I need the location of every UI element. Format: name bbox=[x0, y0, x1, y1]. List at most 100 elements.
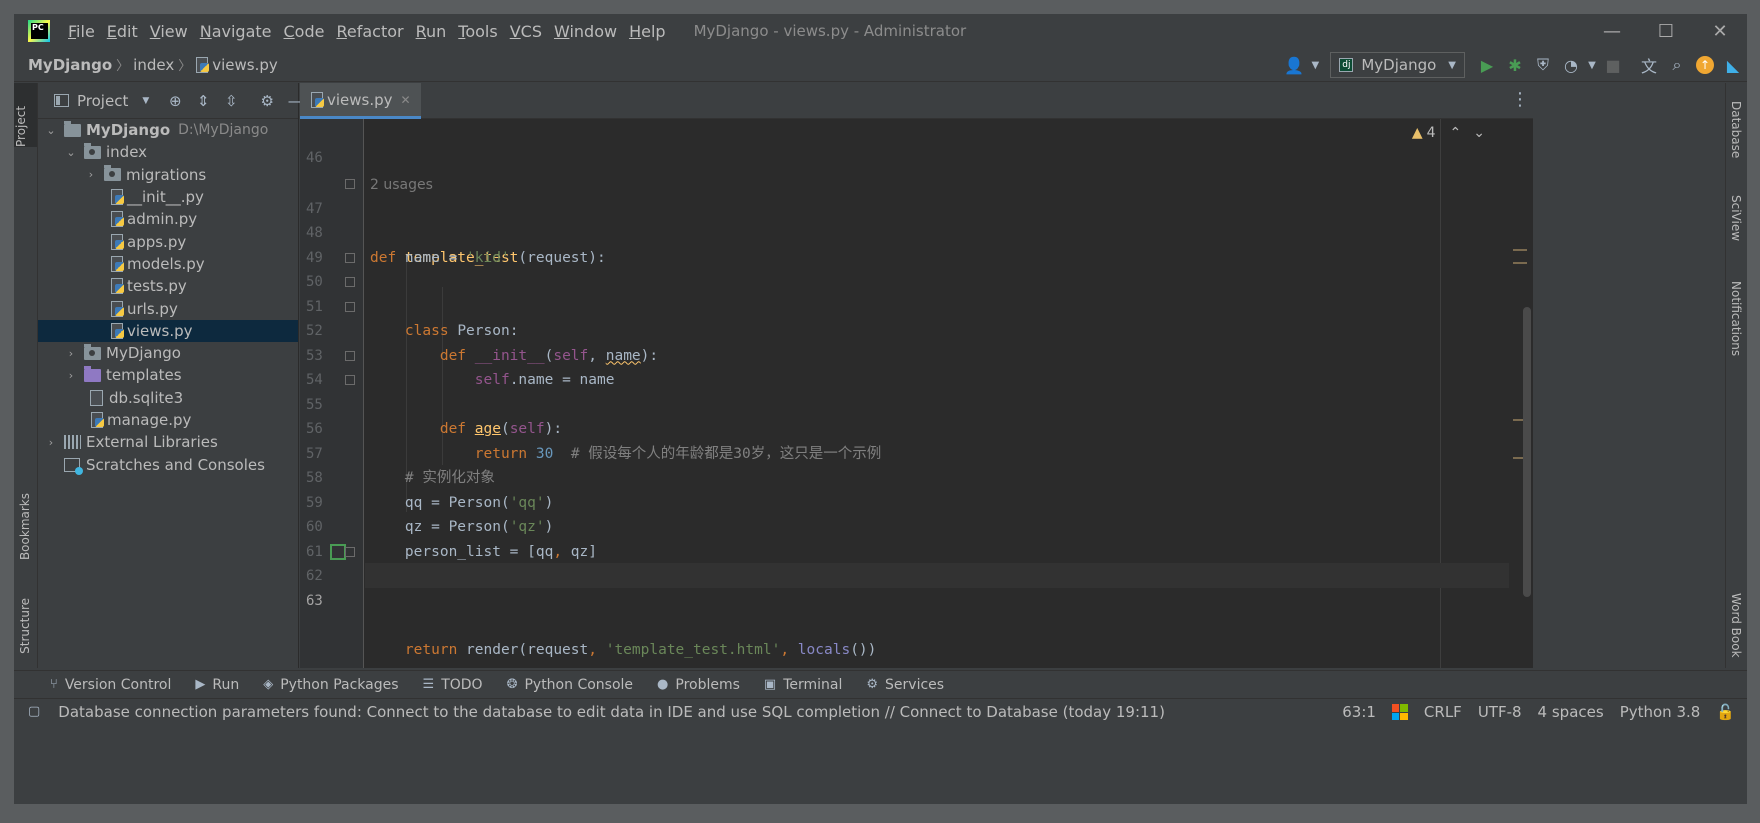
coverage-icon[interactable]: ⛨ bbox=[1529, 51, 1557, 79]
usages-label[interactable]: 2 usages bbox=[370, 173, 433, 198]
tool-terminal[interactable]: ▣ Terminal bbox=[764, 677, 842, 693]
tool-python-packages[interactable]: ◈ Python Packages bbox=[263, 677, 398, 693]
tree-item-admin-py[interactable]: admin.py bbox=[38, 208, 298, 230]
tool-todo[interactable]: ☰ TODO bbox=[423, 677, 483, 693]
stop-icon[interactable]: ■ bbox=[1599, 51, 1627, 79]
jetbrains-gateway-icon[interactable]: ◣ bbox=[1719, 51, 1747, 79]
sciview-tool-tab[interactable]: SciView bbox=[1729, 195, 1743, 241]
warning-stripe-mark[interactable] bbox=[1513, 262, 1527, 264]
menu-help[interactable]: Help bbox=[623, 22, 671, 41]
debug-icon[interactable]: ✱ bbox=[1501, 51, 1529, 79]
tool-python-console[interactable]: ❂ Python Console bbox=[507, 677, 633, 693]
close-button[interactable]: ✕ bbox=[1693, 14, 1747, 48]
fold-icon[interactable] bbox=[345, 277, 355, 287]
django-view-gutter-icon[interactable] bbox=[330, 543, 346, 560]
translate-icon[interactable]: 文 bbox=[1635, 51, 1663, 79]
fold-icon[interactable] bbox=[345, 350, 355, 361]
project-tool-tab[interactable]: Project bbox=[14, 83, 37, 147]
menu-code[interactable]: Code bbox=[278, 22, 331, 41]
menu-run[interactable]: Run bbox=[410, 22, 453, 41]
tree-item-templates[interactable]: › templates bbox=[38, 364, 298, 386]
line-separator[interactable]: CRLF bbox=[1424, 703, 1462, 721]
chevron-down-icon[interactable]: ⌄ bbox=[1473, 125, 1485, 141]
fold-icon[interactable] bbox=[345, 252, 355, 263]
database-tool-tab[interactable]: Database bbox=[1729, 101, 1743, 158]
structure-tool-tab[interactable]: Structure bbox=[18, 598, 32, 654]
status-message[interactable]: Database connection parameters found: Co… bbox=[58, 703, 1165, 721]
tree-item-models-py[interactable]: models.py bbox=[38, 253, 298, 275]
menu-file[interactable]: File bbox=[62, 22, 101, 41]
bookmarks-tool-tab[interactable]: Bookmarks bbox=[18, 493, 32, 560]
vertical-scrollbar[interactable] bbox=[1523, 307, 1531, 597]
tool-services[interactable]: ⚙ Services bbox=[866, 677, 944, 693]
run-icon[interactable]: ▶ bbox=[1473, 51, 1501, 79]
tree-item-scratches[interactable]: Scratches and Consoles bbox=[38, 453, 298, 475]
file-encoding[interactable]: UTF-8 bbox=[1478, 703, 1522, 721]
tree-item-tests-py[interactable]: tests.py bbox=[38, 275, 298, 297]
python-interpreter[interactable]: Python 3.8 bbox=[1620, 703, 1701, 721]
breadcrumb-file[interactable]: views.py bbox=[195, 56, 278, 74]
collapse-all-icon[interactable]: ⇳ bbox=[217, 87, 245, 115]
locate-file-icon[interactable]: ⊕ bbox=[161, 87, 189, 115]
fold-icon[interactable] bbox=[345, 301, 355, 312]
chevron-down-icon[interactable]: ⌄ bbox=[64, 146, 78, 159]
menu-vcs[interactable]: VCS bbox=[504, 22, 548, 41]
wordbook-tool-tab[interactable]: Word Book bbox=[1729, 593, 1743, 658]
fold-icon[interactable] bbox=[345, 179, 355, 189]
tree-item-mydjango-package[interactable]: › MyDjango bbox=[38, 342, 298, 364]
notifications-tool-tab[interactable]: Notifications bbox=[1729, 281, 1743, 356]
expand-all-icon[interactable]: ⇕ bbox=[189, 87, 217, 115]
tree-item-manage-py[interactable]: manage.py bbox=[38, 409, 298, 431]
maximize-button[interactable]: ☐ bbox=[1639, 14, 1693, 48]
chevron-down-icon[interactable]: ⌄ bbox=[44, 124, 58, 137]
chevron-right-icon[interactable]: › bbox=[64, 369, 78, 382]
wordbook-tool-label: Word Book bbox=[1729, 593, 1743, 658]
fold-icon[interactable] bbox=[345, 546, 355, 557]
chevron-right-icon[interactable]: › bbox=[64, 347, 78, 360]
code-area[interactable]: ▲ 4 ⌃ ⌄ 46 2 usages 47 def template_test… bbox=[300, 119, 1533, 668]
tree-item-db-sqlite3[interactable]: db.sqlite3 bbox=[38, 387, 298, 409]
windows-logo-icon[interactable] bbox=[1391, 704, 1408, 720]
menu-window[interactable]: Window bbox=[548, 22, 623, 41]
breadcrumb-folder[interactable]: index bbox=[133, 56, 174, 74]
tree-item-index[interactable]: ⌄ index bbox=[38, 141, 298, 163]
tree-item-apps-py[interactable]: apps.py bbox=[38, 230, 298, 252]
chevron-up-icon[interactable]: ⌃ bbox=[1450, 125, 1462, 141]
indent-setting[interactable]: 4 spaces bbox=[1538, 703, 1604, 721]
tool-run[interactable]: ▶ Run bbox=[195, 677, 239, 693]
tree-item-views-py[interactable]: views.py bbox=[38, 319, 298, 342]
run-configuration-select[interactable]: dj MyDjango ▼ bbox=[1330, 52, 1465, 78]
user-icon[interactable]: 👤 bbox=[1280, 51, 1308, 79]
minimize-button[interactable]: — bbox=[1585, 14, 1639, 48]
fold-icon[interactable] bbox=[345, 375, 355, 385]
menu-edit[interactable]: Edit bbox=[101, 22, 144, 41]
inspection-widget[interactable]: ▲ 4 ⌃ ⌄ bbox=[1412, 125, 1485, 141]
breadcrumb-project[interactable]: MyDjango bbox=[28, 56, 112, 74]
tree-item-mydjango-root[interactable]: ⌄ MyDjango D:\MyDjango bbox=[38, 119, 298, 141]
update-icon[interactable]: ↑ bbox=[1691, 51, 1719, 79]
toggle-tool-windows-icon[interactable]: ▢ bbox=[28, 704, 40, 719]
tree-item-migrations[interactable]: › migrations bbox=[38, 164, 298, 186]
search-icon[interactable]: ⌕ bbox=[1663, 51, 1691, 79]
more-vertical-icon[interactable]: ⋮ bbox=[1511, 89, 1529, 110]
tree-item-init-py[interactable]: __init__.py bbox=[38, 186, 298, 208]
project-view-select[interactable]: Project ▼ bbox=[54, 92, 149, 110]
gear-icon[interactable]: ⚙ bbox=[253, 87, 281, 115]
caret-position[interactable]: 63:1 bbox=[1342, 703, 1376, 721]
tab-views-py[interactable]: views.py ✕ bbox=[300, 83, 421, 119]
menu-tools[interactable]: Tools bbox=[452, 22, 503, 41]
tool-version-control[interactable]: ⑂ Version Control bbox=[50, 677, 171, 693]
menu-navigate[interactable]: Navigate bbox=[194, 22, 278, 41]
tree-item-urls-py[interactable]: urls.py bbox=[38, 297, 298, 319]
profile-icon[interactable]: ◔ bbox=[1557, 51, 1585, 79]
close-icon[interactable]: ✕ bbox=[401, 93, 411, 107]
menu-refactor[interactable]: Refactor bbox=[330, 22, 409, 41]
tree-item-external-libraries[interactable]: › External Libraries bbox=[38, 431, 298, 453]
tool-problems[interactable]: ● Problems bbox=[657, 677, 740, 693]
chevron-right-icon[interactable]: › bbox=[84, 168, 98, 181]
usages-hint[interactable]: 2 usages bbox=[300, 148, 433, 193]
lock-icon[interactable]: 🔓 bbox=[1716, 703, 1735, 721]
chevron-right-icon[interactable]: › bbox=[44, 436, 58, 449]
menu-view[interactable]: View bbox=[144, 22, 194, 41]
warning-stripe-mark[interactable] bbox=[1513, 249, 1527, 251]
